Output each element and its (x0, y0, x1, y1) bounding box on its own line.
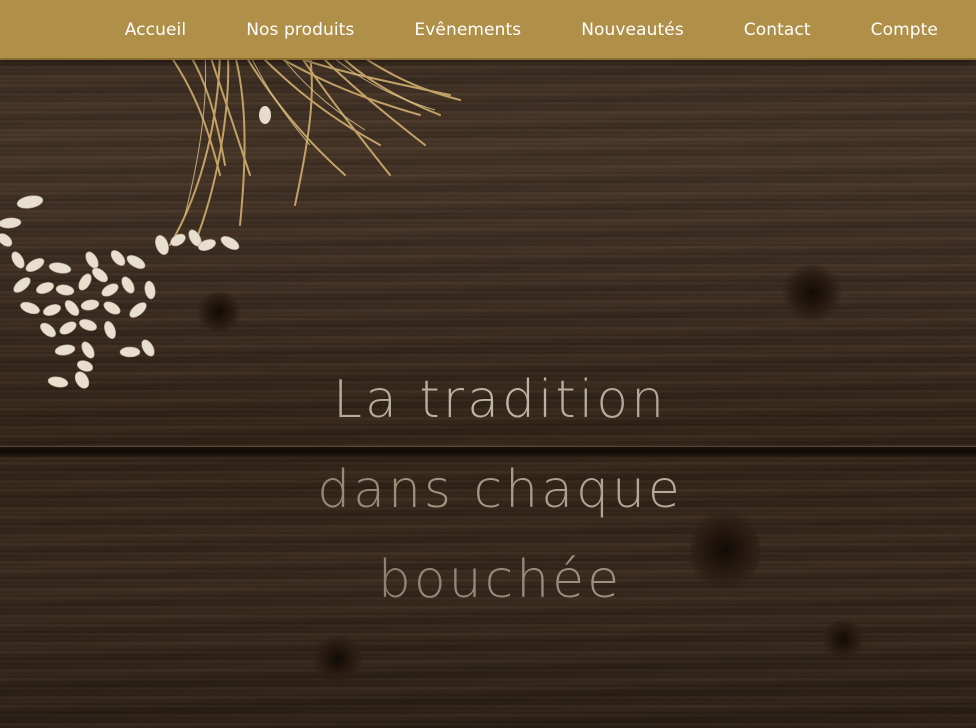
main-navigation: Accueil Nos produits Evênements Nouveaut… (0, 0, 976, 60)
hero-banner: La tradition dans chaque bouchée (0, 0, 976, 728)
nav-item-nos-produits[interactable]: Nos produits (216, 0, 384, 60)
page: La tradition dans chaque bouchée Accueil… (0, 0, 976, 728)
nav-list: Accueil Nos produits Evênements Nouveaut… (95, 0, 976, 60)
wood-knot (820, 620, 866, 658)
hero-tagline: La tradition dans chaque bouchée (0, 355, 976, 625)
tagline-line-3: bouchée (0, 535, 976, 625)
nav-item-evenements[interactable]: Evênements (384, 0, 551, 60)
nav-item-compte[interactable]: Compte (841, 0, 968, 60)
nav-item-nouveautes[interactable]: Nouveautés (551, 0, 714, 60)
tagline-line-2: dans chaque (0, 445, 976, 535)
nav-item-accueil[interactable]: Accueil (95, 0, 216, 60)
wood-knot (310, 636, 366, 682)
nav-item-contact[interactable]: Contact (714, 0, 841, 60)
wood-knot (780, 265, 844, 321)
tagline-line-1: La tradition (0, 355, 976, 445)
